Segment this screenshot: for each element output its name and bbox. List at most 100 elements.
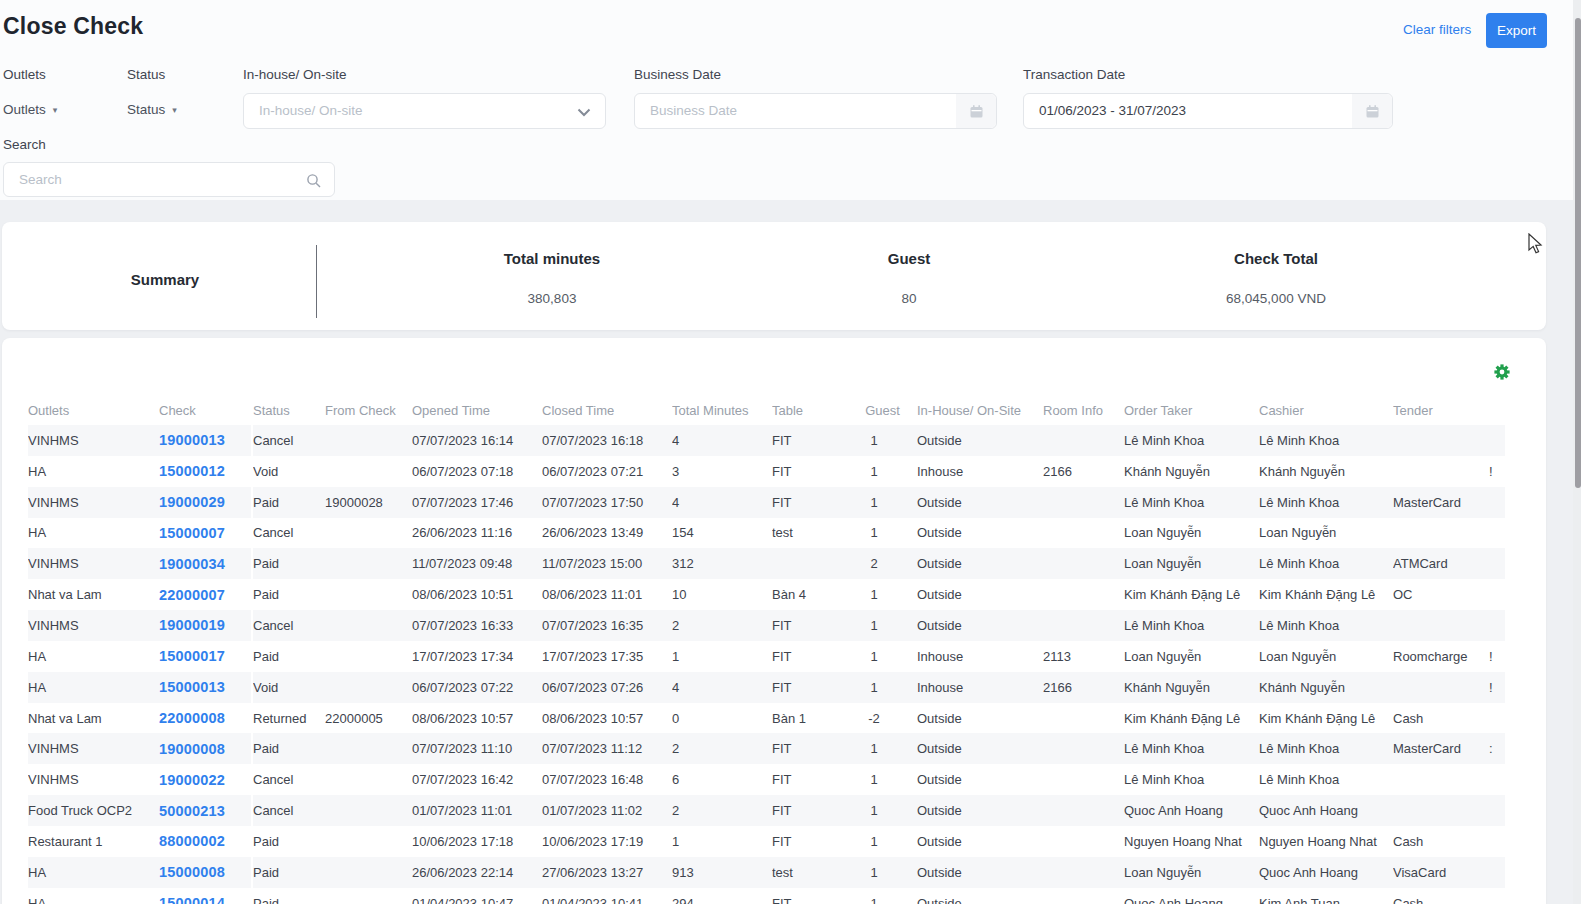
table-cell: 1 <box>848 579 917 610</box>
table-cell: Paid <box>252 826 325 857</box>
table-cell: 11/07/2023 09:48 <box>412 548 542 579</box>
table-cell: VINHMS <box>28 548 159 579</box>
table-cell: 1 <box>848 456 917 487</box>
check-number-link[interactable]: 88000002 <box>159 833 225 849</box>
table-cell: 27/06/2023 13:27 <box>542 857 672 888</box>
table-cell <box>325 425 412 456</box>
table-cell: Void <box>252 456 325 487</box>
inhouse-select[interactable]: In-house/ On-site <box>243 93 606 129</box>
check-number-link[interactable]: 15000007 <box>159 525 225 541</box>
check-number-link[interactable]: 15000012 <box>159 463 225 479</box>
column-header: Status <box>252 395 325 425</box>
table-cell: VINHMS <box>28 733 159 764</box>
table-cell: Inhouse <box>917 641 1043 672</box>
table-cell: 11/07/2023 15:00 <box>542 548 672 579</box>
table-cell: 1 <box>848 641 917 672</box>
column-header: Opened Time <box>412 395 542 425</box>
business-date-calendar-addon[interactable] <box>956 94 996 128</box>
table-cell: 08/06/2023 10:57 <box>542 703 672 734</box>
table-cell: 07/07/2023 17:50 <box>542 487 672 518</box>
gear-icon[interactable] <box>1494 364 1510 380</box>
scrollbar-thumb[interactable] <box>1575 18 1581 488</box>
check-number-link[interactable]: 19000019 <box>159 617 225 633</box>
clear-filters-link[interactable]: Clear filters <box>1403 22 1471 37</box>
table-cell <box>325 857 412 888</box>
table-row: VINHMS19000008Paid07/07/2023 11:1007/07/… <box>28 733 1505 764</box>
table-cell: Outside <box>917 733 1043 764</box>
table-cell: 2113 <box>1043 641 1124 672</box>
table-cell <box>325 795 412 826</box>
export-button[interactable]: Export <box>1486 13 1547 48</box>
check-number-link[interactable]: 19000034 <box>159 556 225 572</box>
table-cell: 1 <box>672 641 772 672</box>
check-number-link[interactable]: 15000008 <box>159 864 225 880</box>
table-cell: 01/07/2023 11:02 <box>542 795 672 826</box>
table-cell: Void <box>252 672 325 703</box>
table-cell <box>1043 703 1124 734</box>
table-cell: Inhouse <box>917 456 1043 487</box>
table-cell: FIT <box>772 641 848 672</box>
table-cell: ! <box>1489 672 1505 703</box>
table-cell <box>1489 610 1505 641</box>
table-cell: VINHMS <box>28 487 159 518</box>
table-cell: 1 <box>848 764 917 795</box>
outlets-filter-label: Outlets <box>3 67 46 82</box>
table-cell <box>1043 518 1124 549</box>
table-cell: Lê Minh Khoa <box>1259 425 1393 456</box>
table-cell <box>1393 795 1489 826</box>
table-cell: Restaurant 1 <box>28 826 159 857</box>
outlets-dropdown[interactable]: Outlets▾ <box>3 102 57 117</box>
check-number-link[interactable]: 15000014 <box>159 895 225 904</box>
table-row: VINHMS19000022Cancel07/07/2023 16:4207/0… <box>28 764 1505 795</box>
check-number-link[interactable]: 50000213 <box>159 803 225 819</box>
table-cell: Cancel <box>252 425 325 456</box>
table-cell: Khánh Nguyễn <box>1259 672 1393 703</box>
table-cell <box>1043 764 1124 795</box>
business-date-input[interactable]: Business Date <box>634 93 997 129</box>
table-cell <box>1489 548 1505 579</box>
table-cell <box>1043 579 1124 610</box>
table-cell: FIT <box>772 764 848 795</box>
table-cell <box>1393 672 1489 703</box>
table-cell: 15000012 <box>159 456 252 487</box>
table-cell: Lê Minh Khoa <box>1124 764 1259 795</box>
table-cell: 1 <box>848 733 917 764</box>
column-header <box>1489 395 1505 425</box>
metric-label: Guest <box>759 250 1059 267</box>
check-number-link[interactable]: 15000017 <box>159 648 225 664</box>
table-cell: Lê Minh Khoa <box>1259 764 1393 795</box>
search-input[interactable]: Search <box>3 162 335 197</box>
check-number-link[interactable]: 15000013 <box>159 679 225 695</box>
metric-label: Total minutes <box>402 250 702 267</box>
table-cell: FIT <box>772 610 848 641</box>
table-cell: Cancel <box>252 764 325 795</box>
table-cell <box>325 641 412 672</box>
check-number-link[interactable]: 19000013 <box>159 432 225 448</box>
table-cell: Kim Khánh Đặng Lê <box>1259 703 1393 734</box>
check-number-link[interactable]: 19000029 <box>159 494 225 510</box>
check-number-link[interactable]: 22000008 <box>159 710 225 726</box>
page-title: Close Check <box>3 13 143 40</box>
check-number-link[interactable]: 19000022 <box>159 772 225 788</box>
table-cell: Khánh Nguyễn <box>1259 456 1393 487</box>
table-cell: 07/07/2023 16:18 <box>542 425 672 456</box>
table-cell <box>325 610 412 641</box>
table-row: VINHMS19000034Paid11/07/2023 09:4811/07/… <box>28 548 1505 579</box>
status-dropdown[interactable]: Status▾ <box>127 102 177 117</box>
table-cell: 4 <box>672 487 772 518</box>
table-cell: ! <box>1489 456 1505 487</box>
table-cell <box>1043 548 1124 579</box>
table-cell: HA <box>28 518 159 549</box>
transaction-date-input[interactable]: 01/06/2023 - 31/07/2023 <box>1023 93 1393 129</box>
check-number-link[interactable]: 19000008 <box>159 741 225 757</box>
table-cell: HA <box>28 672 159 703</box>
table-cell: 1 <box>848 610 917 641</box>
table-cell <box>1489 487 1505 518</box>
transaction-date-calendar-addon[interactable] <box>1352 94 1392 128</box>
table-row: Food Truck OCP250000213Cancel01/07/2023 … <box>28 795 1505 826</box>
check-number-link[interactable]: 22000007 <box>159 587 225 603</box>
table-cell: VINHMS <box>28 610 159 641</box>
table-cell: VisaCard <box>1393 857 1489 888</box>
mouse-cursor <box>1528 233 1546 255</box>
metric-guest: Guest 80 <box>759 250 1059 306</box>
